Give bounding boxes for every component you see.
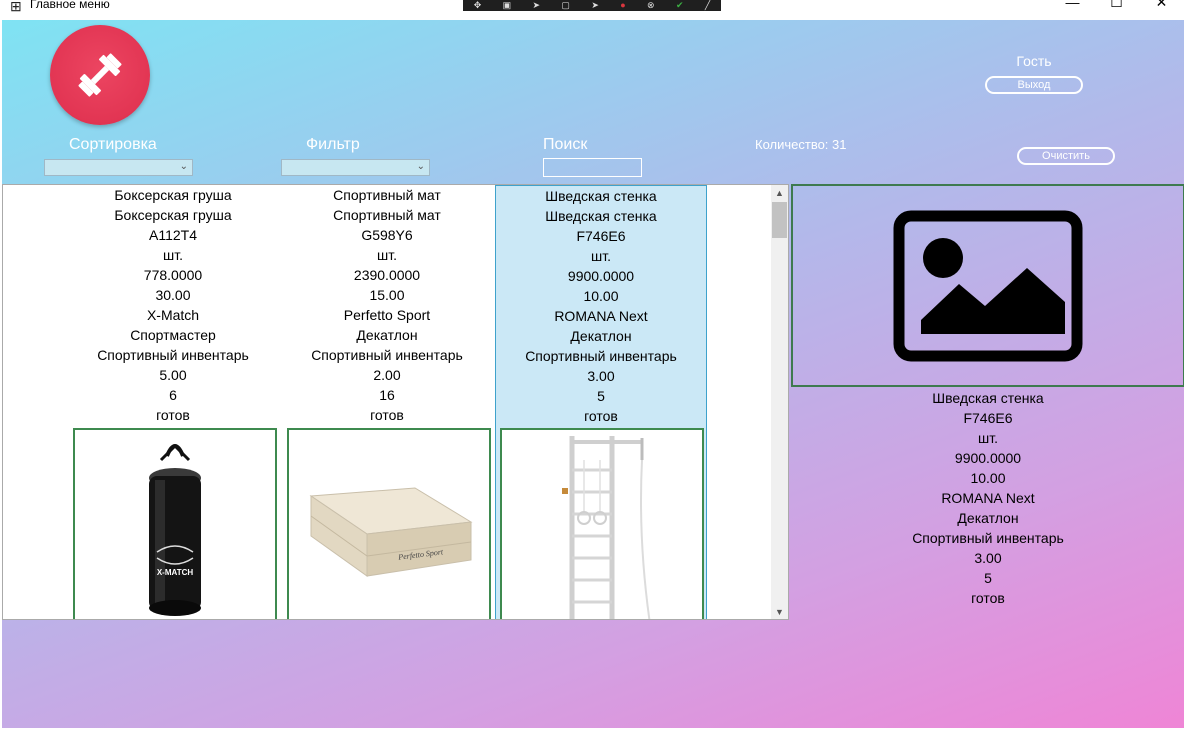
product-unit: шт. — [591, 248, 611, 264]
title-bar: ⊞ Главное меню ✥ ▣ ➤ ▢ ➤ ● ⊗ ✔ ╱ — ☐ ✕ — [0, 0, 1186, 20]
product-quantity: 6 — [169, 387, 177, 403]
user-name: Гость — [1016, 53, 1052, 69]
filter-select[interactable]: ⌄ — [281, 159, 430, 176]
product-discount: 3.00 — [587, 368, 615, 384]
product-name: Шведская стенка — [545, 188, 657, 204]
detail-category: Спортивный инвентарь — [912, 530, 1064, 546]
maximize-button[interactable]: ☐ — [1094, 0, 1139, 14]
crosshair-icon[interactable]: ✥ — [474, 1, 482, 10]
detail-unit: шт. — [978, 430, 998, 446]
product-unit: шт. — [163, 247, 183, 263]
scroll-thumb[interactable] — [772, 202, 787, 238]
image-placeholder-icon — [893, 210, 1083, 361]
product-name: Боксерская груша — [114, 187, 232, 203]
bag-brand-text: X-MATCH — [157, 568, 194, 577]
punching-bag-image: X-MATCH — [149, 443, 201, 616]
window-title: Главное меню — [30, 0, 110, 11]
product-card-selected[interactable]: Шведская стенка Шведская стенка F746E6 ш… — [495, 185, 707, 619]
detail-supplier: Декатлон — [957, 510, 1019, 526]
product-list[interactable]: Боксерская груша Боксерская груша A112T4… — [2, 184, 789, 620]
product-category: Спортивный инвентарь — [525, 348, 677, 364]
check-icon[interactable]: ✔ — [676, 1, 684, 10]
dumbbell-app-icon: ⊞ — [10, 0, 22, 14]
product-article: G598Y6 — [361, 227, 413, 243]
product-manufacturer: ROMANA Next — [554, 308, 648, 324]
product-category: Спортивный инвентарь — [311, 347, 463, 363]
exit-button[interactable]: Выход — [985, 76, 1083, 94]
logo — [50, 25, 150, 125]
selected-product-image — [791, 184, 1184, 387]
selected-product-details: Шведская стенка F746E6 шт. 9900.0000 10.… — [791, 388, 1184, 608]
scroll-down-icon[interactable]: ▼ — [771, 604, 788, 619]
product-max-discount: 30.00 — [155, 287, 191, 303]
product-max-discount: 15.00 — [369, 287, 405, 303]
product-category-name: Шведская стенка — [545, 208, 657, 224]
product-article: A112T4 — [149, 227, 197, 243]
search-label: Поиск — [543, 136, 588, 153]
detail-name: Шведская стенка — [932, 390, 1044, 406]
detail-max-discount: 10.00 — [970, 470, 1006, 486]
product-status: готов — [156, 407, 190, 423]
product-category-name: Боксерская груша — [114, 207, 232, 223]
product-max-discount: 10.00 — [583, 288, 619, 304]
cursor-icon[interactable]: ➤ — [533, 1, 541, 10]
product-status: готов — [584, 408, 618, 424]
detail-manufacturer: ROMANA Next — [941, 490, 1035, 506]
product-quantity: 16 — [379, 387, 395, 403]
dumbbell-icon — [78, 53, 122, 97]
wall-bars-image — [562, 436, 651, 619]
product-supplier: Декатлон — [356, 327, 418, 343]
scroll-up-icon[interactable]: ▲ — [771, 185, 788, 202]
product-name: Спортивный мат — [333, 187, 441, 203]
product-card[interactable]: Спортивный мат Спортивный мат G598Y6 шт.… — [281, 185, 493, 619]
detail-article: F746E6 — [963, 410, 1013, 426]
record-icon[interactable]: ● — [620, 1, 625, 10]
sort-label: Сортировка — [69, 136, 157, 153]
list-scrollbar[interactable]: ▲ ▼ — [771, 185, 788, 619]
close-circle-icon[interactable]: ⊗ — [647, 1, 655, 10]
product-discount: 2.00 — [373, 367, 401, 383]
clear-button[interactable]: Очистить — [1017, 147, 1115, 165]
product-supplier: Спортмастер — [130, 327, 216, 343]
camera-icon[interactable]: ▣ — [503, 1, 512, 10]
product-supplier: Декатлон — [570, 328, 632, 344]
product-price: 2390.0000 — [353, 267, 421, 283]
sport-mat-image: Perfetto Sport — [309, 487, 473, 577]
sort-select[interactable]: ⌄ — [44, 159, 193, 176]
product-image — [500, 428, 704, 619]
chevron-down-icon: ⌄ — [416, 161, 425, 172]
detail-status: готов — [971, 590, 1005, 606]
product-unit: шт. — [377, 247, 397, 263]
filter-label: Фильтр — [306, 136, 360, 153]
product-price: 778.0000 — [143, 267, 203, 283]
chevron-down-icon: ⌄ — [179, 161, 188, 172]
pointer-icon[interactable]: ➤ — [591, 1, 599, 10]
product-image: Perfetto Sport — [287, 428, 491, 619]
product-category-name: Спортивный мат — [333, 207, 441, 223]
main-window: Гость Выход Сортировка Фильтр Поиск Коли… — [2, 20, 1184, 728]
dismiss-icon[interactable]: ╱ — [705, 1, 710, 10]
detail-discount: 3.00 — [974, 550, 1002, 566]
product-category: Спортивный инвентарь — [97, 347, 249, 363]
capture-toolbar[interactable]: ✥ ▣ ➤ ▢ ➤ ● ⊗ ✔ ╱ — [463, 0, 721, 11]
minimize-button[interactable]: — — [1050, 0, 1095, 14]
product-card[interactable]: Боксерская груша Боксерская груша A112T4… — [67, 185, 279, 619]
product-manufacturer: Perfetto Sport — [343, 307, 431, 323]
product-status: готов — [370, 407, 404, 423]
detail-price: 9900.0000 — [954, 450, 1022, 466]
close-button[interactable]: ✕ — [1139, 0, 1184, 14]
product-image: X-MATCH — [73, 428, 277, 619]
item-count: Количество: 31 — [755, 137, 847, 152]
window-icon[interactable]: ▢ — [561, 1, 570, 10]
product-manufacturer: X-Match — [146, 307, 200, 323]
search-input[interactable] — [543, 158, 642, 177]
product-discount: 5.00 — [159, 367, 187, 383]
detail-quantity: 5 — [984, 570, 992, 586]
product-quantity: 5 — [597, 388, 605, 404]
product-article: F746E6 — [576, 228, 626, 244]
product-price: 9900.0000 — [567, 268, 635, 284]
